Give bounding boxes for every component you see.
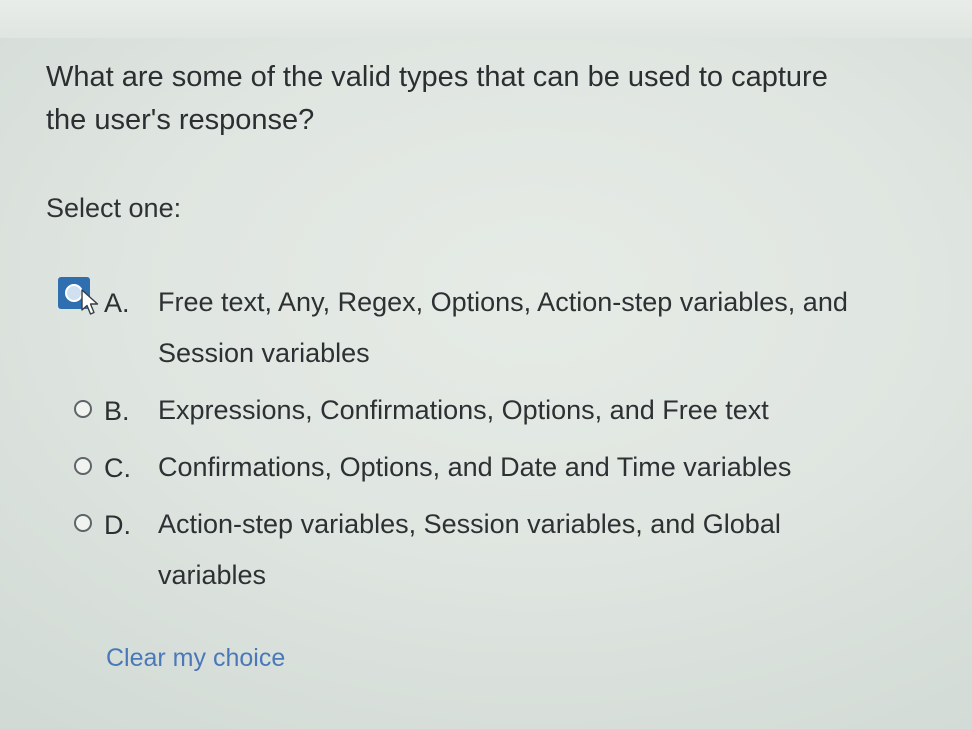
option-d-radio[interactable] — [74, 514, 92, 532]
option-b-label[interactable]: Expressions, Confirmations, Options, and… — [158, 385, 878, 436]
answer-options: A. Free text, Any, Regex, Options, Actio… — [0, 0, 972, 729]
option-c-radio[interactable] — [74, 457, 92, 475]
option-c-letter: C. — [104, 453, 131, 483]
quiz-question-page: What are some of the valid types that ca… — [0, 0, 972, 729]
clear-my-choice-link[interactable]: Clear my choice — [106, 642, 285, 674]
mouse-pointer-icon — [81, 289, 99, 315]
option-b-radio[interactable] — [74, 400, 92, 418]
option-c-label[interactable]: Confirmations, Options, and Date and Tim… — [158, 442, 878, 493]
option-a-label[interactable]: Free text, Any, Regex, Options, Action-s… — [158, 277, 870, 379]
option-a-letter: A. — [104, 288, 130, 318]
option-d-letter: D. — [104, 510, 131, 540]
option-d-label[interactable]: Action-step variables, Session variables… — [158, 499, 858, 601]
option-b-letter: B. — [104, 396, 130, 426]
